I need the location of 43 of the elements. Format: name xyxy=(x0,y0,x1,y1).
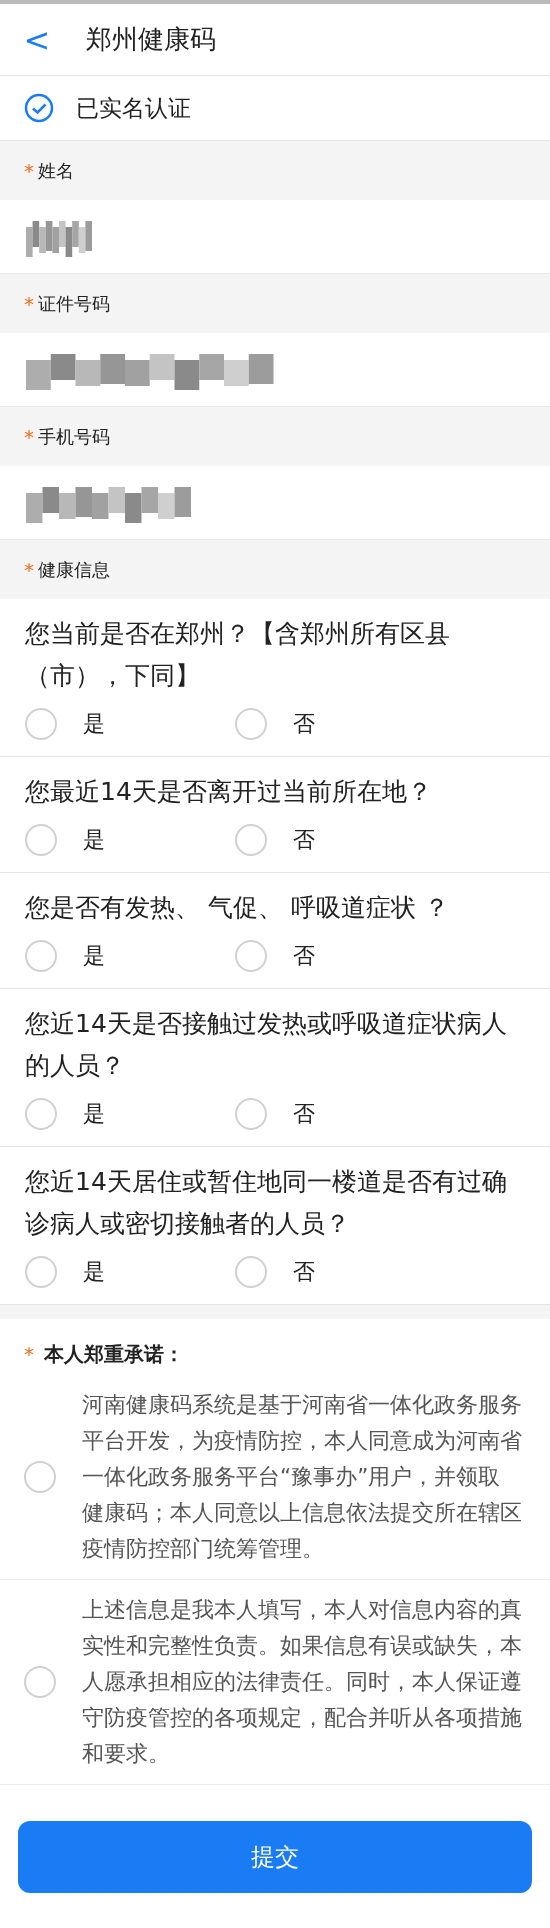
pledge-text: 上述信息是我本人填写，本人对信息内容的真实性和完整性负责。如果信息有误或缺失，本人愿承担相应的法律责任。同时，本人保证遵守防疫管控的各项规定，配合并听从各项措施和要求。 xyxy=(82,1596,522,1768)
field-label: 手机号码 xyxy=(38,425,110,449)
option-label[interactable]: 是 xyxy=(83,1255,105,1288)
radio-button[interactable] xyxy=(235,1255,267,1288)
radio-button[interactable] xyxy=(25,1097,57,1130)
back-button[interactable]: < xyxy=(22,15,52,64)
radio-button[interactable] xyxy=(235,1097,267,1130)
section-label: 健康信息 xyxy=(38,558,110,582)
field-label: 证件号码 xyxy=(38,292,110,316)
radio-button[interactable] xyxy=(235,939,267,972)
verified-label: 已实名认证 xyxy=(76,93,191,123)
radio-button[interactable] xyxy=(25,707,57,740)
option-label[interactable]: 是 xyxy=(83,707,105,740)
question-text: 您当前是否在郑州？【含郑州所有区县（市），下同】 xyxy=(25,618,451,692)
question-text: 您近14天居住或暂住地同一楼道是否有过确诊病人或密切接触者的人员？ xyxy=(25,1166,508,1240)
option-label[interactable]: 是 xyxy=(83,939,105,972)
pledge-text: 河南健康码系统是基于河南省一体化政务服务平台开发，为疫情防控，本人同意成为河南省一体化政务服务平台“豫事办”用户，并领取健康码；本人同意以上信息依法提交所在辖区疫情防控部门统筹管理。 xyxy=(82,1391,522,1563)
pledge-title: 本人郑重承诺： xyxy=(44,1341,184,1368)
option-label[interactable]: 否 xyxy=(293,1255,315,1288)
question-text: 您是否有发热、 气促、 呼吸道症状 ？ xyxy=(25,892,450,924)
radio-button[interactable] xyxy=(24,1461,56,1493)
option-label[interactable]: 否 xyxy=(293,823,315,856)
radio-button[interactable] xyxy=(235,707,267,740)
radio-button[interactable] xyxy=(25,1255,57,1288)
option-label[interactable]: 否 xyxy=(293,939,315,972)
radio-button[interactable] xyxy=(25,939,57,972)
required-mark: * xyxy=(24,423,34,451)
radio-button[interactable] xyxy=(24,1666,56,1698)
option-label[interactable]: 是 xyxy=(83,1097,105,1130)
required-mark: * xyxy=(24,290,34,318)
option-label[interactable]: 是 xyxy=(83,823,105,856)
required-mark: * xyxy=(24,1341,34,1368)
page-title: 郑州健康码 xyxy=(86,23,216,56)
radio-button[interactable] xyxy=(25,823,57,856)
option-label[interactable]: 否 xyxy=(293,1097,315,1130)
question-text: 您近14天是否接触过发热或呼吸道症状病人的人员？ xyxy=(25,1008,508,1082)
field-label: 姓名 xyxy=(38,159,74,183)
required-mark: * xyxy=(24,157,34,185)
question-text: 您最近14天是否离开过当前所在地？ xyxy=(25,776,433,808)
radio-button[interactable] xyxy=(235,823,267,856)
option-label[interactable]: 否 xyxy=(293,707,315,740)
required-mark: * xyxy=(24,556,34,584)
submit-button[interactable]: 提交 xyxy=(18,1820,532,1893)
